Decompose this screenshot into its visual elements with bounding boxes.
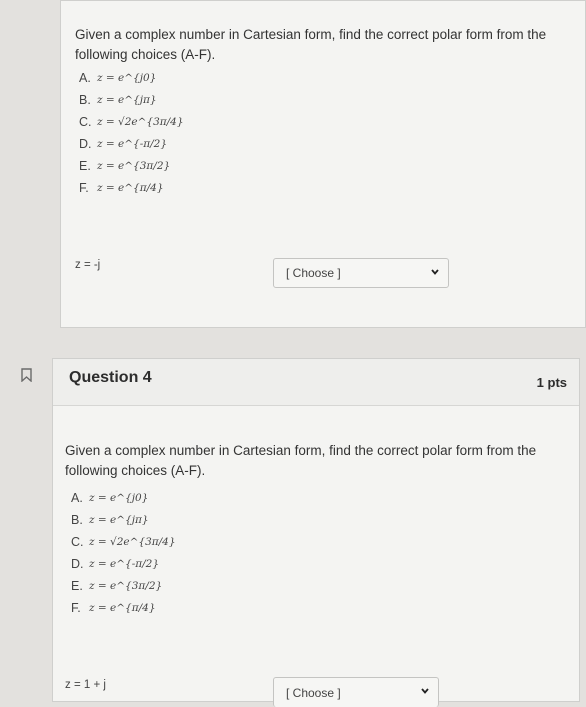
choice-d: D. z = e^{-π/2} bbox=[79, 137, 168, 151]
question-4-prompt: Given a complex number in Cartesian form… bbox=[65, 443, 537, 478]
choice-b: B. z = e^{jπ} bbox=[79, 93, 157, 107]
bookmark-flag-icon[interactable] bbox=[20, 368, 34, 383]
question-3-answer-label: z = -j bbox=[75, 259, 101, 271]
choice-c: C. z = √2e^{3π/4} bbox=[71, 535, 176, 549]
question-4-card: Question 4 1 pts Given a complex number … bbox=[52, 358, 580, 707]
choice-b: B. z = e^{jπ} bbox=[71, 513, 149, 527]
question-4-title: Question 4 bbox=[69, 369, 152, 386]
question-3-prompt: Given a complex number in Cartesian form… bbox=[75, 27, 547, 62]
choice-f: F. z = e^{π/4} bbox=[79, 181, 164, 195]
chevron-down-icon bbox=[430, 267, 440, 280]
question-3-choices: A. z = e^{j0} B. z = e^{jπ} C. z = √2e^{3π/… bbox=[79, 67, 184, 199]
question-3-card: Given a complex number in Cartesian form… bbox=[60, 0, 586, 328]
question-4-answer-label: z = 1 + j bbox=[65, 679, 106, 691]
question-4-header: Question 4 1 pts bbox=[53, 359, 579, 406]
choice-e: E. z = e^{3π/2} bbox=[71, 579, 163, 593]
choice-a: A. z = e^{j0} bbox=[79, 71, 157, 85]
select-value: [ Choose ] bbox=[286, 685, 341, 700]
chevron-down-icon bbox=[420, 686, 430, 699]
choice-f: F. z = e^{π/4} bbox=[71, 601, 156, 615]
choice-d: D. z = e^{-π/2} bbox=[71, 557, 160, 571]
choice-c: C. z = √2e^{3π/4} bbox=[79, 115, 184, 129]
choice-a: A. z = e^{j0} bbox=[71, 491, 149, 505]
choice-e: E. z = e^{3π/2} bbox=[79, 159, 171, 173]
question-4-points: 1 pts bbox=[536, 375, 567, 390]
question-4-answer-select[interactable]: [ Choose ] bbox=[273, 677, 439, 707]
question-3-answer-select[interactable]: [ Choose ] bbox=[273, 258, 449, 288]
question-4-choices: A. z = e^{j0} B. z = e^{jπ} C. z = √2e^{3π/… bbox=[71, 487, 176, 619]
select-value: [ Choose ] bbox=[286, 266, 341, 280]
